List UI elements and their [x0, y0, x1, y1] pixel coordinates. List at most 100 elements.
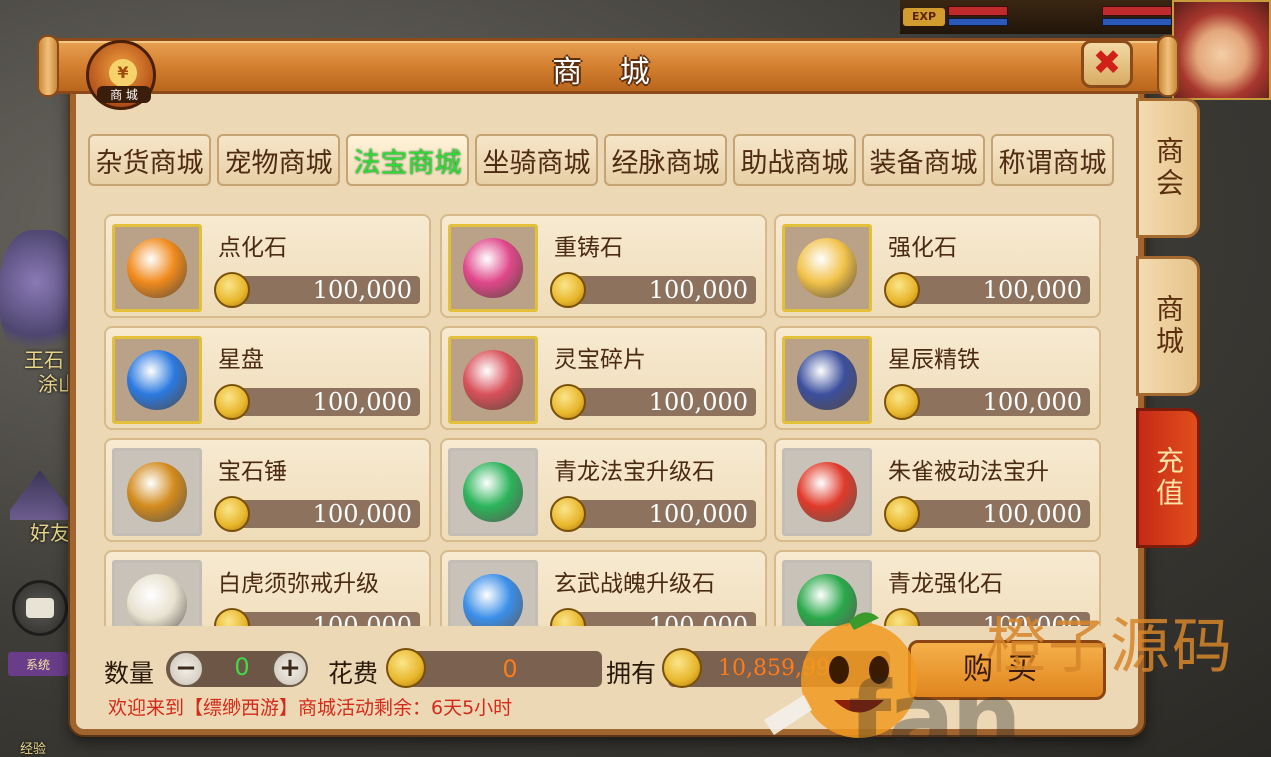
watermark-text: 橙子源码: [986, 612, 1234, 682]
item-card[interactable]: 白虎须弥戒升级 100,000: [104, 550, 431, 626]
player-portrait[interactable]: [1172, 0, 1271, 100]
item-name: 强化石: [888, 235, 957, 261]
shop-badge-label: 商 城: [97, 86, 151, 103]
gold-coin-icon: [214, 384, 250, 420]
item-icon-frame: [448, 336, 538, 424]
owned-label: 拥有: [606, 659, 657, 688]
white-orb-icon: [127, 574, 187, 626]
tab-title-shop[interactable]: 称谓商城: [991, 134, 1114, 186]
item-icon-frame: [782, 224, 872, 312]
item-price: 100,000: [230, 612, 420, 626]
hp-bar: [948, 6, 1008, 16]
blue-hex-gem-icon: [127, 350, 187, 410]
item-icon-frame: [112, 560, 202, 626]
chat-button[interactable]: [12, 580, 68, 636]
item-name: 星辰精铁: [888, 347, 980, 373]
item-price: 100,000: [900, 388, 1090, 416]
gold-coin-icon: [550, 384, 586, 420]
exp-bottom-label: 经验: [20, 742, 47, 757]
red-shard-icon: [463, 350, 523, 410]
item-card[interactable]: 强化石 100,000: [774, 214, 1101, 318]
side-tab-shop[interactable]: 商城: [1136, 256, 1200, 396]
friends-label[interactable]: 好友: [30, 517, 70, 546]
tab-assist-shop[interactable]: 助战商城: [733, 134, 856, 186]
item-price: 100,000: [900, 500, 1090, 528]
gold-coin-icon: [550, 608, 586, 626]
gold-coin-icon: [214, 496, 250, 532]
fire-orb-icon: [127, 238, 187, 298]
item-card[interactable]: 宝石锤 100,000: [104, 438, 431, 542]
item-price: 100,000: [230, 500, 420, 528]
item-card[interactable]: 星辰精铁 100,000: [774, 326, 1101, 430]
item-name: 星盘: [218, 347, 264, 373]
item-card[interactable]: 玄武战魄升级石 100,000: [440, 550, 767, 626]
quantity-label: 数量: [104, 659, 155, 688]
item-card[interactable]: 星盘 100,000: [104, 326, 431, 430]
dialog-title: 商 城: [552, 55, 664, 90]
item-price: 100,000: [230, 276, 420, 304]
gold-coin-icon: [884, 496, 920, 532]
item-name: 重铸石: [554, 235, 623, 261]
quantity-value[interactable]: 0: [232, 653, 252, 681]
gold-coin-icon: [214, 272, 250, 308]
item-price: 100,000: [566, 500, 756, 528]
category-tabs: 杂货商城 宠物商城 法宝商城 坐骑商城 经脉商城 助战商城 装备商城 称谓商城: [88, 134, 1114, 186]
minus-button[interactable]: −: [168, 651, 204, 687]
item-card[interactable]: 点化石 100,000: [104, 214, 431, 318]
system-tag: 系统: [8, 652, 68, 676]
owned-coin-icon: [662, 648, 702, 688]
yen-coin-icon: ¥: [109, 59, 137, 87]
item-card[interactable]: 青龙法宝升级石 100,000: [440, 438, 767, 542]
item-icon-frame: [782, 336, 872, 424]
item-name: 灵宝碎片: [554, 347, 646, 373]
event-marquee: 欢迎来到【缥缈西游】商城活动剩余：6天5小时: [108, 697, 513, 719]
pet-mp-bar: [1102, 18, 1172, 26]
item-price: 100,000: [900, 276, 1090, 304]
plus-button[interactable]: +: [272, 651, 308, 687]
item-name: 玄武战魄升级石: [554, 571, 715, 597]
gold-coin-icon: [884, 272, 920, 308]
side-tab-recharge[interactable]: 充值: [1136, 408, 1200, 548]
tab-equipment-shop[interactable]: 装备商城: [862, 134, 985, 186]
tab-meridian-shop[interactable]: 经脉商城: [604, 134, 727, 186]
friends-hat-icon[interactable]: [10, 470, 70, 520]
item-icon-frame: [112, 448, 202, 536]
blue-ore-icon: [797, 350, 857, 410]
item-card[interactable]: 重铸石 100,000: [440, 214, 767, 318]
item-name: 朱雀被动法宝升: [888, 459, 1049, 485]
item-icon-frame: [448, 448, 538, 536]
green-orb-icon: [463, 462, 523, 522]
tab-misc-shop[interactable]: 杂货商城: [88, 134, 211, 186]
item-name: 青龙法宝升级石: [554, 459, 715, 485]
gold-coin-icon: [550, 496, 586, 532]
item-name: 白虎须弥戒升级: [218, 571, 379, 597]
item-icon-frame: [112, 224, 202, 312]
close-button[interactable]: ✖: [1081, 40, 1133, 88]
tab-treasure-shop[interactable]: 法宝商城: [346, 134, 469, 186]
item-name: 点化石: [218, 235, 287, 261]
red-orb-icon: [797, 462, 857, 522]
pink-eye-gem-icon: [463, 238, 523, 298]
cost-coin-icon: [386, 648, 426, 688]
gold-coin-icon: [214, 608, 250, 626]
gold-coin-icon: [884, 384, 920, 420]
cost-value: 0: [402, 651, 602, 687]
gold-crystal-icon: [797, 238, 857, 298]
item-icon-frame: [782, 448, 872, 536]
item-card[interactable]: 朱雀被动法宝升 100,000: [774, 438, 1101, 542]
mp-bar: [948, 18, 1008, 26]
title-bar: 商 城: [37, 35, 1179, 97]
chat-bubble-icon: [26, 598, 54, 618]
item-name: 宝石锤: [218, 459, 287, 485]
blue-orb-icon: [463, 574, 523, 626]
item-card[interactable]: 灵宝碎片 100,000: [440, 326, 767, 430]
gold-coin-icon: [550, 272, 586, 308]
tab-mount-shop[interactable]: 坐骑商城: [475, 134, 598, 186]
exp-tag: EXP: [903, 8, 945, 26]
item-price: 100,000: [566, 388, 756, 416]
shop-badge-icon: ¥ 商 城: [86, 40, 156, 110]
item-grid: 点化石 100,000 重铸石 100,000 强化石 100,000 星盘 100,000 灵…: [100, 212, 1103, 626]
tab-pet-shop[interactable]: 宠物商城: [217, 134, 340, 186]
side-tab-guild[interactable]: 商会: [1136, 98, 1200, 238]
background-npc: [0, 230, 80, 360]
